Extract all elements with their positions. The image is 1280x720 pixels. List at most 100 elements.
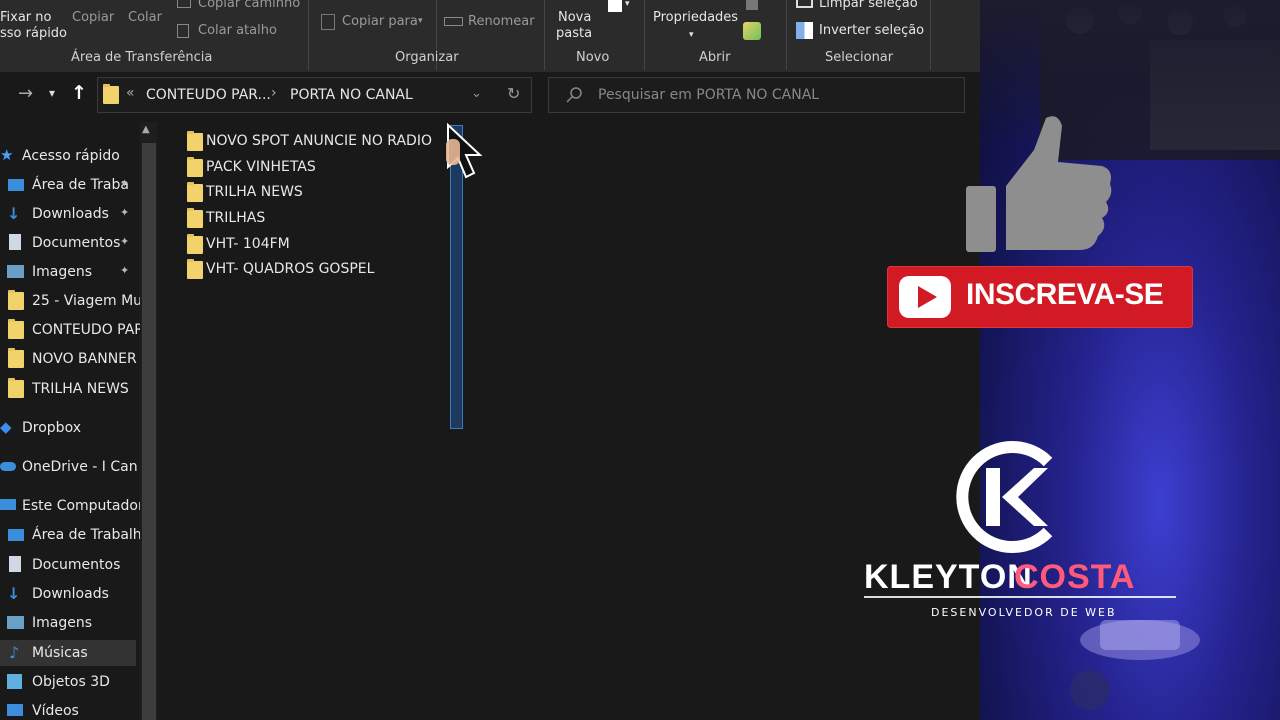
new-folder-label1[interactable]: Nova [558,10,591,26]
nav-desktop-pinned[interactable]: Área de Traba ✦ [0,172,140,198]
nav-item-label: Downloads [32,586,109,602]
nav-item-label: Objetos 3D [32,674,110,690]
properties-dropdown-icon: ▾ [689,30,694,40]
nav-folder-conteudo[interactable]: CONTEUDO PAR [0,317,140,343]
copy-to-dropdown-icon: ▾ [418,16,423,26]
nav-3d-objects[interactable]: Objetos 3D [0,669,140,695]
clear-selection-button[interactable]: Limpar seleção [819,0,918,12]
nav-this-pc[interactable]: Este Computador [0,493,140,519]
nav-item-label: Área de Traba [32,177,129,193]
file-item[interactable]: VHT- 104FM [180,231,440,257]
file-item[interactable]: TRILHAS [180,205,440,231]
group-select-label: Selecionar [825,50,894,65]
brand-tagline: DESENVOLVEDOR DE WEB [931,606,1117,619]
rename-button[interactable]: Renomear [468,14,535,30]
breadcrumb-conteudo[interactable]: CONTEUDO PAR... [146,87,271,103]
file-item[interactable]: PACK VINHETAS [180,154,440,180]
group-open-label: Abrir [699,50,731,65]
file-item[interactable]: TRILHA NEWS [180,179,440,205]
nav-quick-access[interactable]: ★ Acesso rápido [0,143,140,169]
edit-icon[interactable] [746,0,758,10]
nav-folder-viagem[interactable]: 25 - Viagem Mus [0,288,140,314]
paste-button[interactable]: Colar [128,10,162,26]
nav-item-label: Documentos [32,235,121,251]
nav-item-label: TRILHA NEWS [32,381,129,397]
document-icon [9,234,21,250]
up-arrow-icon[interactable]: ↑ [71,82,87,104]
nav-folder-novo-banner[interactable]: NOVO BANNER [0,346,140,372]
file-name: PACK VINHETAS [206,159,316,175]
breadcrumb-overflow-icon[interactable]: « [126,85,135,101]
history-icon[interactable] [743,22,761,40]
search-input[interactable]: Pesquisar em PORTA NO CANAL [598,87,819,103]
nav-downloads[interactable]: ↓ Downloads [0,581,140,607]
file-name: TRILHA NEWS [206,184,303,200]
pin-quick-access-label1[interactable]: Fixar no [0,10,51,26]
breadcrumb-porta-no-canal[interactable]: PORTA NO CANAL [290,87,413,103]
pictures-icon [7,265,24,278]
copy-button[interactable]: Copiar [72,10,114,26]
folder-icon [8,290,24,310]
nav-item-label: NOVO BANNER [32,351,137,367]
group-new-label: Novo [576,50,610,65]
nav-item-label: Documentos [32,557,121,573]
nav-downloads-pinned[interactable]: ↓ Downloads ✦ [0,201,140,227]
computer-icon [0,499,16,510]
folder-icon [187,234,203,254]
new-folder-label2[interactable]: pasta [556,26,592,42]
thumbs-up-icon [966,116,1112,252]
nav-dropbox[interactable]: ◆ Dropbox [0,415,140,441]
nav-scrollbar-thumb[interactable] [142,143,156,720]
nav-item-label: Músicas [32,645,88,661]
nav-music[interactable]: ♪ Músicas [0,640,136,666]
desktop-icon [8,529,24,541]
new-item-icon[interactable] [608,0,622,12]
recent-locations-chevron-icon[interactable]: ▾ [49,86,55,100]
rename-icon [444,17,463,26]
nav-item-label: OneDrive - I Can D [22,459,140,475]
nav-folder-trilha-news[interactable]: TRILHA NEWS [0,376,140,402]
folder-icon [103,84,119,104]
brand-name-first: KLEYTON [864,558,1033,596]
nav-item-label: Área de Trabalho [32,527,140,543]
download-arrow-icon: ↓ [7,204,21,223]
properties-button[interactable]: Propriedades [653,10,738,26]
star-icon: ★ [0,146,14,164]
file-item[interactable]: VHT- QUADROS GOSPEL [180,256,440,282]
forward-arrow-icon[interactable]: → [18,83,33,104]
address-dropdown-icon[interactable]: ⌄ [471,86,482,101]
copy-path-button[interactable]: Copiar caminho [198,0,300,12]
file-item[interactable]: NOVO SPOT ANUNCIE NO RADIO [180,128,440,154]
refresh-icon[interactable]: ↻ [507,84,520,103]
nav-images[interactable]: Imagens [0,610,140,636]
file-name: TRILHAS [206,210,266,226]
pin-icon: ✦ [120,264,130,277]
pin-quick-access-label2[interactable]: sso rápido [0,26,67,42]
nav-onedrive[interactable]: OneDrive - I Can D [0,454,140,480]
document-icon [9,556,21,572]
nav-item-label: Acesso rápido [22,148,120,164]
scroll-up-icon[interactable]: ▲ [142,124,150,135]
nav-item-label: Downloads [32,206,109,222]
nav-images-pinned[interactable]: Imagens ✦ [0,259,140,285]
file-name: NOVO SPOT ANUNCIE NO RADIO [206,133,432,149]
nav-documents[interactable]: Documentos [0,552,140,578]
paste-shortcut-button[interactable]: Colar atalho [198,23,277,39]
nav-documents-pinned[interactable]: Documentos ✦ [0,230,140,256]
new-item-dropdown-icon: ▾ [625,0,630,9]
folder-icon [187,259,203,279]
copy-path-icon [177,0,191,8]
nav-item-label: Dropbox [22,420,81,436]
copy-to-button[interactable]: Copiar para [342,14,418,30]
music-note-icon: ♪ [9,643,20,662]
breadcrumb-separator-icon[interactable]: › [271,85,277,101]
invert-selection-button[interactable]: Inverter seleção [819,23,924,39]
dropbox-icon: ◆ [0,418,12,436]
navigation-pane: ★ Acesso rápido Área de Traba ✦ ↓ Downlo… [0,122,140,720]
nav-item-label: 25 - Viagem Mus [32,293,140,309]
kleyton-logo-icon [956,441,1053,553]
nav-desktop[interactable]: Área de Trabalho [0,522,140,548]
nav-item-label: Este Computador [22,498,140,514]
folder-icon [8,319,24,339]
nav-videos[interactable]: Vídeos [0,698,140,720]
